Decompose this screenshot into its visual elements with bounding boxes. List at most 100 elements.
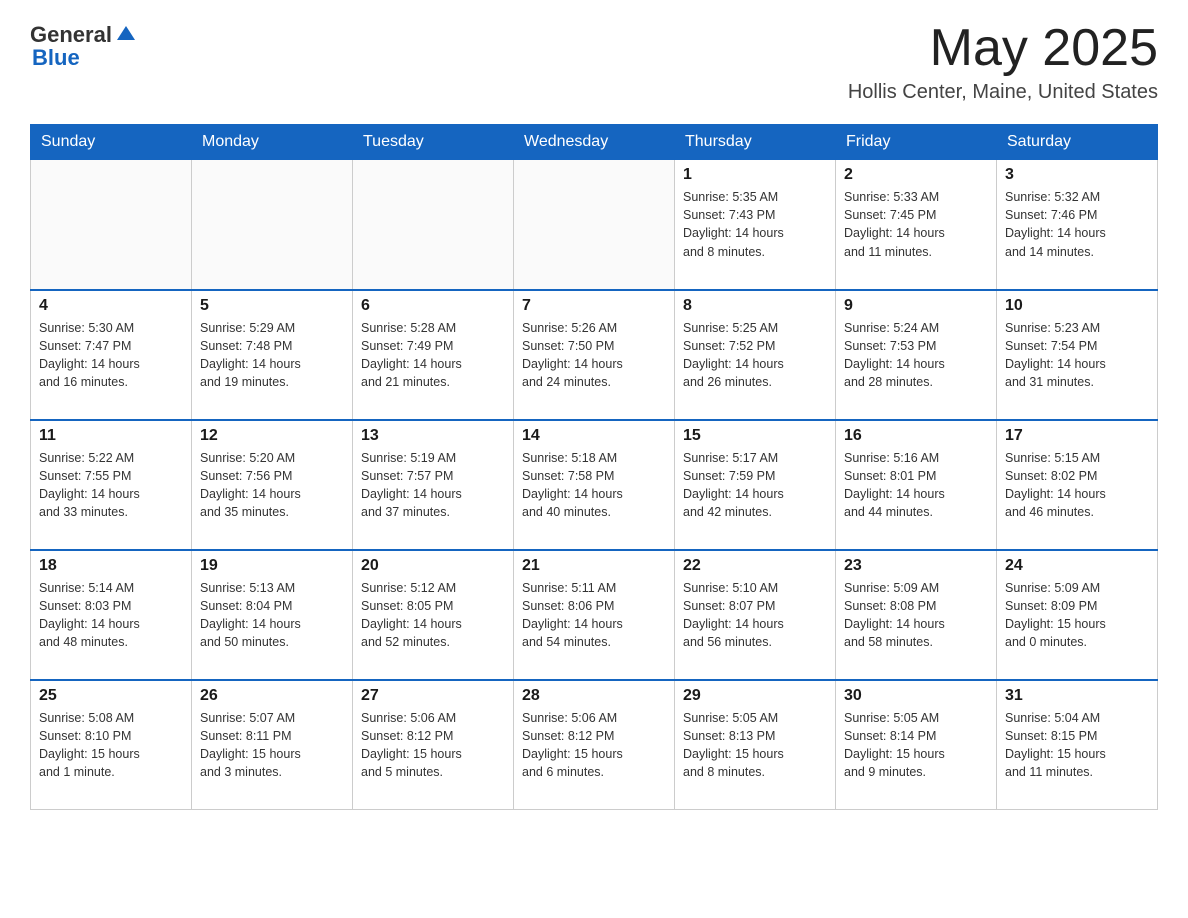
col-thursday: Thursday xyxy=(675,125,836,160)
table-row xyxy=(192,160,353,290)
calendar-week-row: 18 Sunrise: 5:14 AM Sunset: 8:03 PM Dayli… xyxy=(31,550,1158,680)
table-row: 15 Sunrise: 5:17 AM Sunset: 7:59 PM Dayli… xyxy=(675,420,836,550)
table-row: 28 Sunrise: 5:06 AM Sunset: 8:12 PM Dayli… xyxy=(514,680,675,810)
table-row: 31 Sunrise: 5:04 AM Sunset: 8:15 PM Dayli… xyxy=(997,680,1158,810)
table-row: 17Sunrise: 5:15 AM Sunset: 8:02 PM Dayli… xyxy=(997,420,1158,550)
day-number: 3 xyxy=(1005,166,1149,184)
table-row: 19Sunrise: 5:13 AM Sunset: 8:04 PM Dayli… xyxy=(192,550,353,680)
day-info: Sunrise: 5:11 AM Sunset: 8:06 PM Dayligh… xyxy=(522,579,666,652)
day-number: 20 xyxy=(361,557,505,575)
day-info: Sunrise: 5:10 AM Sunset: 8:07 PM Dayligh… xyxy=(683,579,827,652)
table-row: 2Sunrise: 5:33 AM Sunset: 7:45 PM Daylig… xyxy=(836,160,997,290)
day-number: 7 xyxy=(522,297,666,315)
day-info: Sunrise: 5:14 AM Sunset: 8:03 PM Dayligh… xyxy=(39,579,183,652)
day-number: 6 xyxy=(361,297,505,315)
table-row: 13Sunrise: 5:19 AM Sunset: 7:57 PM Dayli… xyxy=(353,420,514,550)
table-row: 8 Sunrise: 5:25 AM Sunset: 7:52 PM Daylig… xyxy=(675,290,836,420)
logo-blue: Blue xyxy=(32,45,80,71)
col-sunday: Sunday xyxy=(31,125,192,160)
table-row: 4 Sunrise: 5:30 AM Sunset: 7:47 PM Daylig… xyxy=(31,290,192,420)
day-number: 5 xyxy=(200,297,344,315)
day-info: Sunrise: 5:25 AM Sunset: 7:52 PM Dayligh… xyxy=(683,319,827,392)
day-info: Sunrise: 5:32 AM Sunset: 7:46 PM Dayligh… xyxy=(1005,188,1149,261)
day-info: Sunrise: 5:09 AM Sunset: 8:09 PM Dayligh… xyxy=(1005,579,1149,652)
day-info: Sunrise: 5:06 AM Sunset: 8:12 PM Dayligh… xyxy=(522,709,666,782)
calendar-table: Sunday Monday Tuesday Wednesday Thursday… xyxy=(30,124,1158,810)
day-number: 4 xyxy=(39,297,183,315)
title-area: May 2025 Hollis Center, Maine, United St… xyxy=(848,20,1158,104)
page-header: General Blue May 2025 Hollis Center, Mai… xyxy=(30,20,1158,104)
day-number: 16 xyxy=(844,427,988,445)
day-info: Sunrise: 5:05 AM Sunset: 8:14 PM Dayligh… xyxy=(844,709,988,782)
day-info: Sunrise: 5:05 AM Sunset: 8:13 PM Dayligh… xyxy=(683,709,827,782)
day-info: Sunrise: 5:28 AM Sunset: 7:49 PM Dayligh… xyxy=(361,319,505,392)
table-row: 25Sunrise: 5:08 AM Sunset: 8:10 PM Dayli… xyxy=(31,680,192,810)
day-number: 8 xyxy=(683,297,827,315)
day-info: Sunrise: 5:24 AM Sunset: 7:53 PM Dayligh… xyxy=(844,319,988,392)
day-info: Sunrise: 5:04 AM Sunset: 8:15 PM Dayligh… xyxy=(1005,709,1149,782)
day-number: 19 xyxy=(200,557,344,575)
day-number: 31 xyxy=(1005,687,1149,705)
table-row: 5 Sunrise: 5:29 AM Sunset: 7:48 PM Daylig… xyxy=(192,290,353,420)
table-row: 14Sunrise: 5:18 AM Sunset: 7:58 PM Dayli… xyxy=(514,420,675,550)
table-row: 27 Sunrise: 5:06 AM Sunset: 8:12 PM Dayli… xyxy=(353,680,514,810)
table-row: 22 Sunrise: 5:10 AM Sunset: 8:07 PM Dayli… xyxy=(675,550,836,680)
table-row: 21 Sunrise: 5:11 AM Sunset: 8:06 PM Dayli… xyxy=(514,550,675,680)
table-row: 18 Sunrise: 5:14 AM Sunset: 8:03 PM Dayli… xyxy=(31,550,192,680)
day-info: Sunrise: 5:17 AM Sunset: 7:59 PM Dayligh… xyxy=(683,449,827,522)
day-info: Sunrise: 5:15 AM Sunset: 8:02 PM Dayligh… xyxy=(1005,449,1149,522)
col-wednesday: Wednesday xyxy=(514,125,675,160)
table-row: 20 Sunrise: 5:12 AM Sunset: 8:05 PM Dayli… xyxy=(353,550,514,680)
logo: General Blue xyxy=(30,20,137,71)
day-info: Sunrise: 5:20 AM Sunset: 7:56 PM Dayligh… xyxy=(200,449,344,522)
calendar-header-row: Sunday Monday Tuesday Wednesday Thursday… xyxy=(31,125,1158,160)
day-info: Sunrise: 5:29 AM Sunset: 7:48 PM Dayligh… xyxy=(200,319,344,392)
day-number: 26 xyxy=(200,687,344,705)
day-number: 29 xyxy=(683,687,827,705)
day-number: 1 xyxy=(683,166,827,184)
day-info: Sunrise: 5:12 AM Sunset: 8:05 PM Dayligh… xyxy=(361,579,505,652)
calendar-week-row: 25Sunrise: 5:08 AM Sunset: 8:10 PM Dayli… xyxy=(31,680,1158,810)
table-row: 12Sunrise: 5:20 AM Sunset: 7:56 PM Dayli… xyxy=(192,420,353,550)
day-number: 30 xyxy=(844,687,988,705)
day-info: Sunrise: 5:35 AM Sunset: 7:43 PM Dayligh… xyxy=(683,188,827,261)
day-info: Sunrise: 5:07 AM Sunset: 8:11 PM Dayligh… xyxy=(200,709,344,782)
table-row: 16 Sunrise: 5:16 AM Sunset: 8:01 PM Dayli… xyxy=(836,420,997,550)
col-saturday: Saturday xyxy=(997,125,1158,160)
day-number: 18 xyxy=(39,557,183,575)
logo-triangle-icon xyxy=(115,22,137,44)
day-number: 27 xyxy=(361,687,505,705)
day-number: 21 xyxy=(522,557,666,575)
day-info: Sunrise: 5:30 AM Sunset: 7:47 PM Dayligh… xyxy=(39,319,183,392)
table-row: 6 Sunrise: 5:28 AM Sunset: 7:49 PM Daylig… xyxy=(353,290,514,420)
table-row xyxy=(514,160,675,290)
calendar-week-row: 11 Sunrise: 5:22 AM Sunset: 7:55 PM Dayli… xyxy=(31,420,1158,550)
table-row: 7 Sunrise: 5:26 AM Sunset: 7:50 PM Daylig… xyxy=(514,290,675,420)
day-info: Sunrise: 5:16 AM Sunset: 8:01 PM Dayligh… xyxy=(844,449,988,522)
day-number: 15 xyxy=(683,427,827,445)
col-tuesday: Tuesday xyxy=(353,125,514,160)
day-info: Sunrise: 5:26 AM Sunset: 7:50 PM Dayligh… xyxy=(522,319,666,392)
day-info: Sunrise: 5:18 AM Sunset: 7:58 PM Dayligh… xyxy=(522,449,666,522)
table-row: 24 Sunrise: 5:09 AM Sunset: 8:09 PM Dayli… xyxy=(997,550,1158,680)
day-number: 23 xyxy=(844,557,988,575)
day-number: 22 xyxy=(683,557,827,575)
month-title: May 2025 xyxy=(848,20,1158,77)
day-number: 10 xyxy=(1005,297,1149,315)
day-info: Sunrise: 5:19 AM Sunset: 7:57 PM Dayligh… xyxy=(361,449,505,522)
day-number: 24 xyxy=(1005,557,1149,575)
table-row: 11 Sunrise: 5:22 AM Sunset: 7:55 PM Dayli… xyxy=(31,420,192,550)
day-info: Sunrise: 5:06 AM Sunset: 8:12 PM Dayligh… xyxy=(361,709,505,782)
day-number: 2 xyxy=(844,166,988,184)
day-info: Sunrise: 5:08 AM Sunset: 8:10 PM Dayligh… xyxy=(39,709,183,782)
table-row xyxy=(31,160,192,290)
table-row: 1 Sunrise: 5:35 AM Sunset: 7:43 PM Daylig… xyxy=(675,160,836,290)
col-friday: Friday xyxy=(836,125,997,160)
day-info: Sunrise: 5:22 AM Sunset: 7:55 PM Dayligh… xyxy=(39,449,183,522)
table-row xyxy=(353,160,514,290)
col-monday: Monday xyxy=(192,125,353,160)
day-number: 11 xyxy=(39,427,183,445)
table-row: 9Sunrise: 5:24 AM Sunset: 7:53 PM Daylig… xyxy=(836,290,997,420)
table-row: 30 Sunrise: 5:05 AM Sunset: 8:14 PM Dayli… xyxy=(836,680,997,810)
day-number: 28 xyxy=(522,687,666,705)
